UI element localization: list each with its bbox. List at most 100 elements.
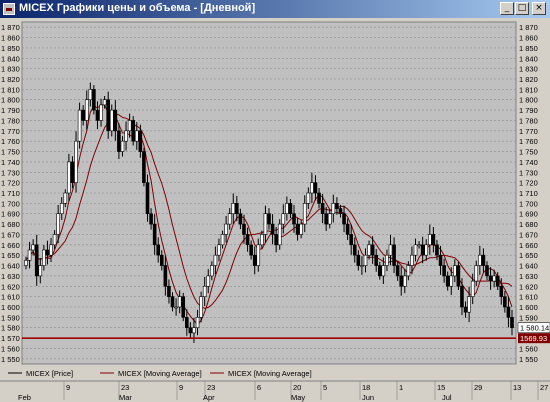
candle-body [77,109,82,142]
y-tick-label-left: 1 600 [1,303,20,312]
candle-body [438,254,443,266]
candle-body [285,203,289,215]
candle-body [488,275,493,282]
legend-label: MICEX [Moving Average] [118,369,202,378]
y-tick-label-right: 1 550 [519,355,538,364]
y-tick-label-right: 1 780 [519,116,538,125]
candle-body [467,296,471,313]
candle-body [174,306,178,309]
candle-body [388,244,393,256]
candle-body [460,285,464,308]
y-tick-label-left: 1 650 [1,251,20,260]
candle-body [134,130,139,142]
close-button[interactable]: × [532,2,546,15]
candle-body [195,317,200,329]
y-tick-label-left: 1 570 [1,334,20,343]
candle-body [435,244,439,256]
candle-body [420,244,425,256]
title-bar[interactable]: MICEX Графики цены и объема - [Дневной] … [0,0,550,18]
candle-body [492,275,496,282]
candle-body [238,213,243,225]
candle-body [213,254,218,266]
x-day-label: 5 [323,383,327,392]
y-tick-label-left: 1 820 [1,75,20,84]
y-tick-label-right: 1 800 [519,96,538,105]
candle-body [277,223,282,246]
y-tick-label-left: 1 770 [1,127,20,136]
candle-body [481,254,486,266]
candle-body [38,265,43,277]
y-tick-label-left: 1 850 [1,44,20,53]
candle-body [442,265,446,277]
candle-body [199,296,203,318]
y-tick-label-left: 1 780 [1,116,20,125]
candle-body [95,109,100,121]
candle-body [113,109,118,132]
candle-body [210,265,214,277]
y-tick-label-right: 1 850 [519,44,538,53]
candle-body [406,265,411,277]
y-tick-label-left: 1 720 [1,179,20,188]
y-tick-label-left: 1 860 [1,34,20,43]
candle-body [84,99,89,121]
y-tick-label-right: 1 740 [519,158,538,167]
candle-body [59,203,64,215]
candle-body [124,130,128,142]
candle-body [295,223,300,235]
y-tick-label-right: 1 810 [519,85,538,94]
y-tick-label-left: 1 620 [1,282,20,291]
y-tick-label-right: 1 770 [519,127,538,136]
candle-body [109,109,114,132]
candle-body [453,265,457,277]
candle-body [220,234,225,246]
candle-body [445,275,450,287]
y-tick-label-left: 1 840 [1,54,20,63]
candle-body [431,234,436,246]
candle-body [224,223,228,235]
y-tick-label-left: 1 670 [1,230,20,239]
candle-body [327,213,332,225]
candle-body [499,285,504,297]
candle-body [410,254,414,266]
x-month-label: May [291,393,305,402]
candle-body [27,249,32,261]
candle-body [131,120,136,142]
plot-area [21,21,517,365]
application-window: MICEX Графики цены и объема - [Дневной] … [0,0,550,402]
y-tick-label-right: 1 650 [519,251,538,260]
candle-body [34,244,39,277]
candle-body [70,161,75,183]
candle-body [335,203,339,209]
candle-body [342,213,346,225]
chart-app-icon[interactable] [3,3,15,15]
x-day-label: 13 [513,383,521,392]
y-tick-label-left: 1 560 [1,344,20,353]
x-month-label: Jul [442,393,452,402]
x-day-label: 15 [437,383,445,392]
candle-body [231,203,236,215]
y-tick-label-left: 1 580 [1,324,20,333]
candle-body [252,254,257,266]
x-day-label: 20 [293,383,301,392]
y-tick-label-left: 1 700 [1,199,20,208]
y-tick-label-right: 1 760 [519,137,538,146]
window-title: MICEX Графики цены и объема - [Дневной] [19,2,256,14]
y-tick-label-right: 1 720 [519,179,538,188]
candle-body [503,296,507,308]
y-tick-label-left: 1 810 [1,85,20,94]
candle-body [495,275,500,287]
y-tick-label-right: 1 610 [519,293,538,302]
candle-body [74,140,78,183]
x-month-label: Jun [362,393,374,402]
maximize-button[interactable]: □ [515,2,529,15]
x-day-label: 1 [399,383,403,392]
candle-body [478,254,482,266]
candle-body [367,244,371,256]
y-tick-label-right: 1 860 [519,34,538,43]
y-tick-label-left: 1 660 [1,241,20,250]
candle-body [181,296,186,318]
price-chart[interactable]: 1 5501 5601 5701 5801 5901 6001 6101 620… [0,18,550,402]
candle-body [417,244,421,247]
candle-body [399,275,404,287]
minimize-button[interactable]: _ [500,2,514,15]
